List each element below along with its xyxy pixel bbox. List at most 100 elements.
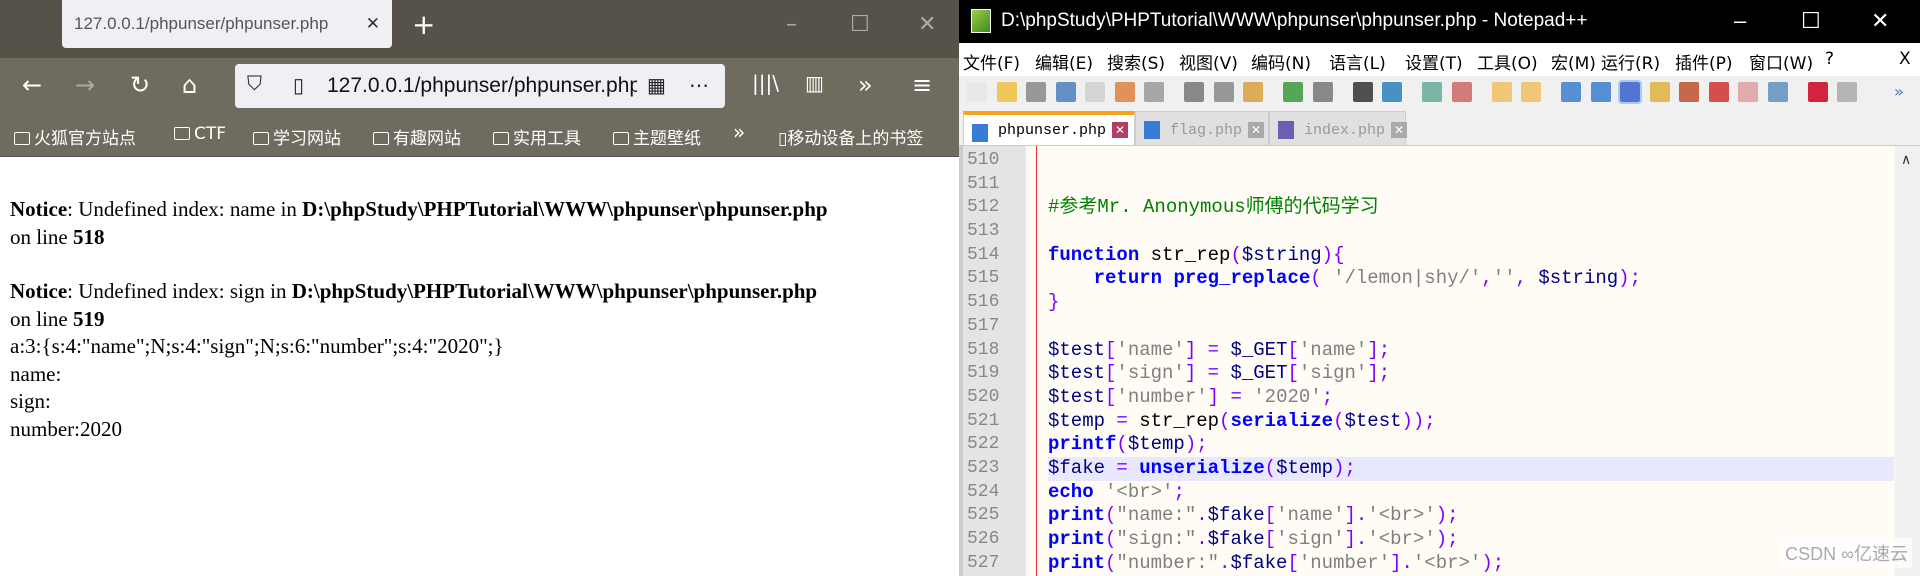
close-tab-icon[interactable]: ✕ [366, 14, 380, 34]
home-icon[interactable]: ⌂ [182, 71, 197, 99]
redo-icon[interactable] [1312, 82, 1333, 102]
maximize-icon[interactable]: ☐ [850, 12, 870, 37]
code-line[interactable]: 514 function str_rep($string){ [959, 244, 1894, 268]
menu-item[interactable]: 窗口(W) [1749, 49, 1813, 74]
code-content[interactable]: print("sign:".$fake['sign'].'<br>'); [1048, 528, 1894, 552]
word-wrap-icon[interactable] [1561, 82, 1581, 102]
url-bar[interactable]: ⛉ ▯ 127.0.0.1/phpunser/phpunser.php ▦ ⋯ [235, 64, 725, 108]
menu-item[interactable]: 插件(P) [1675, 49, 1733, 74]
code-line[interactable]: 515 return preg_replace( '/lemon|shy/','… [959, 267, 1894, 291]
sync-h-icon[interactable] [1521, 82, 1541, 102]
menu-item[interactable]: ? [1825, 49, 1834, 69]
code-content[interactable]: $temp = str_rep(serialize($test)); [1048, 410, 1894, 434]
url-text[interactable]: 127.0.0.1/phpunser/phpunser.php [327, 74, 637, 98]
code-line[interactable]: 517 [959, 315, 1894, 339]
code-content[interactable]: $fake = unserialize($temp); [1048, 456, 1894, 481]
menu-item[interactable]: 运行(R) [1601, 49, 1660, 74]
code-content[interactable] [1048, 173, 1894, 197]
record-macro-icon[interactable] [1807, 82, 1828, 102]
menu-icon[interactable]: ≡ [912, 71, 932, 99]
code-line[interactable]: 519 $test['sign'] = $_GET['sign']; [959, 362, 1894, 386]
menu-item[interactable]: 工具(O) [1477, 49, 1538, 74]
code-content[interactable]: } [1048, 291, 1894, 315]
show-all-chars-icon[interactable] [1590, 82, 1611, 102]
code-line[interactable]: 527 print("number:".$fake['number'].'<br>… [959, 552, 1894, 576]
shield-icon[interactable]: ⛉ [247, 73, 262, 96]
bookmark-folder[interactable]: 实用工具 [493, 124, 581, 149]
code-line[interactable]: 513 [959, 220, 1894, 244]
paste-icon[interactable] [1243, 82, 1263, 102]
bookmark-folder[interactable]: 火狐官方站点 [14, 124, 136, 149]
zoom-in-icon[interactable] [1422, 82, 1442, 102]
new-tab-icon[interactable]: + [412, 8, 435, 41]
new-file-icon[interactable] [967, 82, 987, 102]
menu-item[interactable]: 搜索(S) [1107, 49, 1165, 74]
minimize-icon[interactable]: – [786, 12, 797, 37]
copy-icon[interactable] [1213, 82, 1234, 102]
file-tab[interactable]: index.php ✕ [1269, 111, 1408, 146]
code-content[interactable]: #参考Mr. Anonymous师傅的代码学习 [1048, 196, 1894, 220]
monitor-icon[interactable] [1767, 82, 1788, 102]
code-content[interactable]: $test['sign'] = $_GET['sign']; [1048, 362, 1894, 386]
close-tab-icon[interactable]: ✕ [1112, 122, 1129, 138]
print-icon[interactable] [1144, 82, 1164, 102]
code-line[interactable]: 522 printf($temp); [959, 433, 1894, 457]
close-document-button[interactable]: X [1899, 49, 1911, 69]
menu-item[interactable]: 语言(L) [1329, 49, 1386, 74]
back-icon[interactable]: ← [22, 71, 42, 99]
overflow-icon[interactable]: » [858, 71, 873, 99]
file-tab[interactable]: flag.php ✕ [1135, 111, 1269, 146]
cut-icon[interactable] [1184, 82, 1204, 102]
code-line[interactable]: 523 $fake = unserialize($temp); [959, 456, 1894, 481]
bookmark-folder[interactable]: 学习网站 [253, 124, 341, 149]
qr-code-icon[interactable]: ▦ [647, 73, 666, 98]
sidebar-icon[interactable]: ▥ [805, 71, 824, 95]
stop-record-icon[interactable] [1837, 82, 1857, 102]
browser-tab[interactable]: 127.0.0.1/phpunser/phpunser.php ✕ [62, 0, 392, 48]
menu-item[interactable]: 设置(T) [1405, 49, 1463, 74]
zoom-out-icon[interactable] [1451, 82, 1472, 102]
close-all-icon[interactable] [1114, 82, 1135, 102]
find-icon[interactable] [1352, 82, 1373, 102]
code-content[interactable]: print("number:".$fake['number'].'<br>'); [1048, 552, 1894, 576]
bookmark-folder[interactable]: CTF [174, 124, 226, 144]
code-content[interactable]: echo '<br>'; [1048, 481, 1894, 505]
close-tab-icon[interactable]: ✕ [1248, 122, 1265, 138]
open-file-icon[interactable] [996, 82, 1017, 102]
mobile-bookmarks[interactable]: ▯移动设备上的书签 [778, 124, 923, 149]
scroll-up-icon[interactable]: ∧ [1901, 152, 1911, 168]
code-line[interactable]: 520 $test['number'] = '2020'; [959, 386, 1894, 410]
code-line[interactable]: 518 $test['name'] = $_GET['name']; [959, 339, 1894, 363]
function-list-icon[interactable] [1708, 82, 1729, 102]
code-line[interactable]: 521 $temp = str_rep(serialize($test)); [959, 410, 1894, 434]
bookmark-folder[interactable]: 主题壁纸 [613, 124, 701, 149]
code-content[interactable]: printf($temp); [1048, 433, 1894, 457]
code-line[interactable]: 510 [959, 149, 1894, 173]
code-content[interactable] [1048, 149, 1894, 173]
close-window-icon[interactable]: ✕ [1871, 8, 1889, 34]
code-line[interactable]: 516} [959, 291, 1894, 315]
reload-icon[interactable]: ↻ [130, 71, 150, 99]
close-window-icon[interactable]: ✕ [918, 12, 936, 37]
code-content[interactable]: $test['name'] = $_GET['name']; [1048, 339, 1894, 363]
folder-workspace-icon[interactable] [1738, 82, 1758, 102]
code-line[interactable]: 526 print("sign:".$fake['sign'].'<br>'); [959, 528, 1894, 552]
minimize-icon[interactable]: – [1734, 8, 1746, 34]
file-tab[interactable]: phpunser.php ✕ [963, 111, 1135, 146]
code-content[interactable] [1048, 315, 1894, 339]
menu-item[interactable]: 文件(F) [963, 49, 1020, 74]
indent-guide-icon[interactable] [1618, 80, 1642, 104]
save-all-icon[interactable] [1055, 82, 1076, 102]
code-content[interactable]: return preg_replace( '/lemon|shy/','', $… [1048, 267, 1894, 291]
menu-item[interactable]: 编辑(E) [1035, 49, 1093, 74]
forward-icon[interactable]: → [75, 71, 95, 99]
toolbar-overflow-icon[interactable]: » [1894, 82, 1914, 102]
udl-icon[interactable] [1649, 82, 1670, 102]
library-icon[interactable]: |||\ [752, 71, 779, 95]
vertical-scrollbar[interactable]: ∧ [1895, 146, 1920, 576]
code-line[interactable]: 511 [959, 173, 1894, 197]
menu-item[interactable]: 编码(N) [1251, 49, 1311, 74]
code-content[interactable]: print("name:".$fake['name'].'<br>'); [1048, 504, 1894, 528]
code-editor[interactable]: 510 511 512 #参考Mr. Anonymous师傅的代码学习 513 514 fu… [959, 146, 1920, 576]
sync-v-icon[interactable] [1491, 82, 1512, 102]
